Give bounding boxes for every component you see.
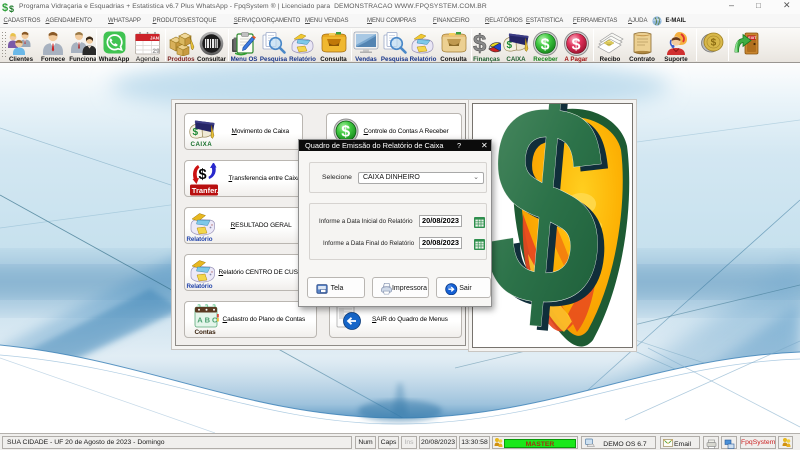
svg-text:Tranfer.: Tranfer. <box>191 186 218 195</box>
svg-text:29: 29 <box>153 48 161 55</box>
svg-text:$: $ <box>2 2 8 13</box>
svg-text:$: $ <box>541 36 550 53</box>
svg-text:$: $ <box>9 4 14 13</box>
svg-text:$: $ <box>710 38 716 49</box>
svg-text:$: $ <box>198 167 206 183</box>
svg-text:ABC: ABC <box>197 315 219 324</box>
svg-text:$: $ <box>473 31 487 57</box>
svg-text:$: $ <box>571 36 580 53</box>
svg-text:JAN: JAN <box>150 36 159 41</box>
svg-text:$: $ <box>341 124 350 141</box>
